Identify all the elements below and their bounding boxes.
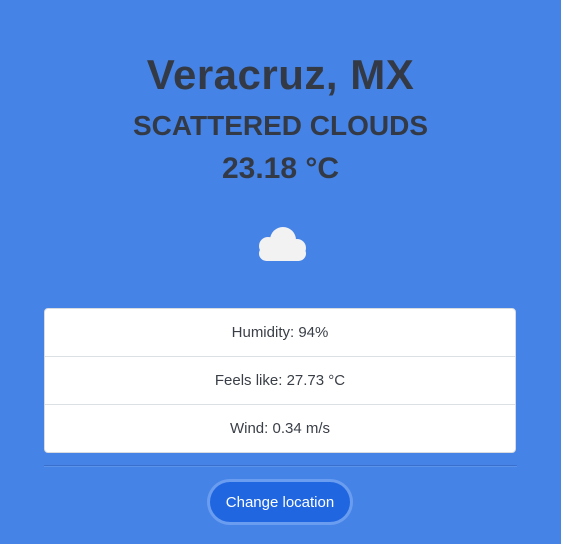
temperature-value: 23.18 °C (221, 152, 340, 185)
weather-condition: SCATTERED CLOUDS (132, 110, 429, 141)
wind-item: Wind: 0.34 m/s (229, 420, 331, 437)
humidity-item: Humidity: 94% (45, 309, 515, 357)
feels-like-item: Feels like: 27.73 °C (45, 357, 515, 405)
divider (44, 465, 517, 467)
cloud-icon (258, 227, 306, 261)
weather-icon-container (0, 222, 561, 264)
change-location-button[interactable]: Change location (210, 482, 350, 522)
city-title: Veracruz, MX (146, 51, 415, 98)
weather-details-list: Humidity: 94% Feels like: 27.73 °C Wind:… (44, 308, 516, 453)
